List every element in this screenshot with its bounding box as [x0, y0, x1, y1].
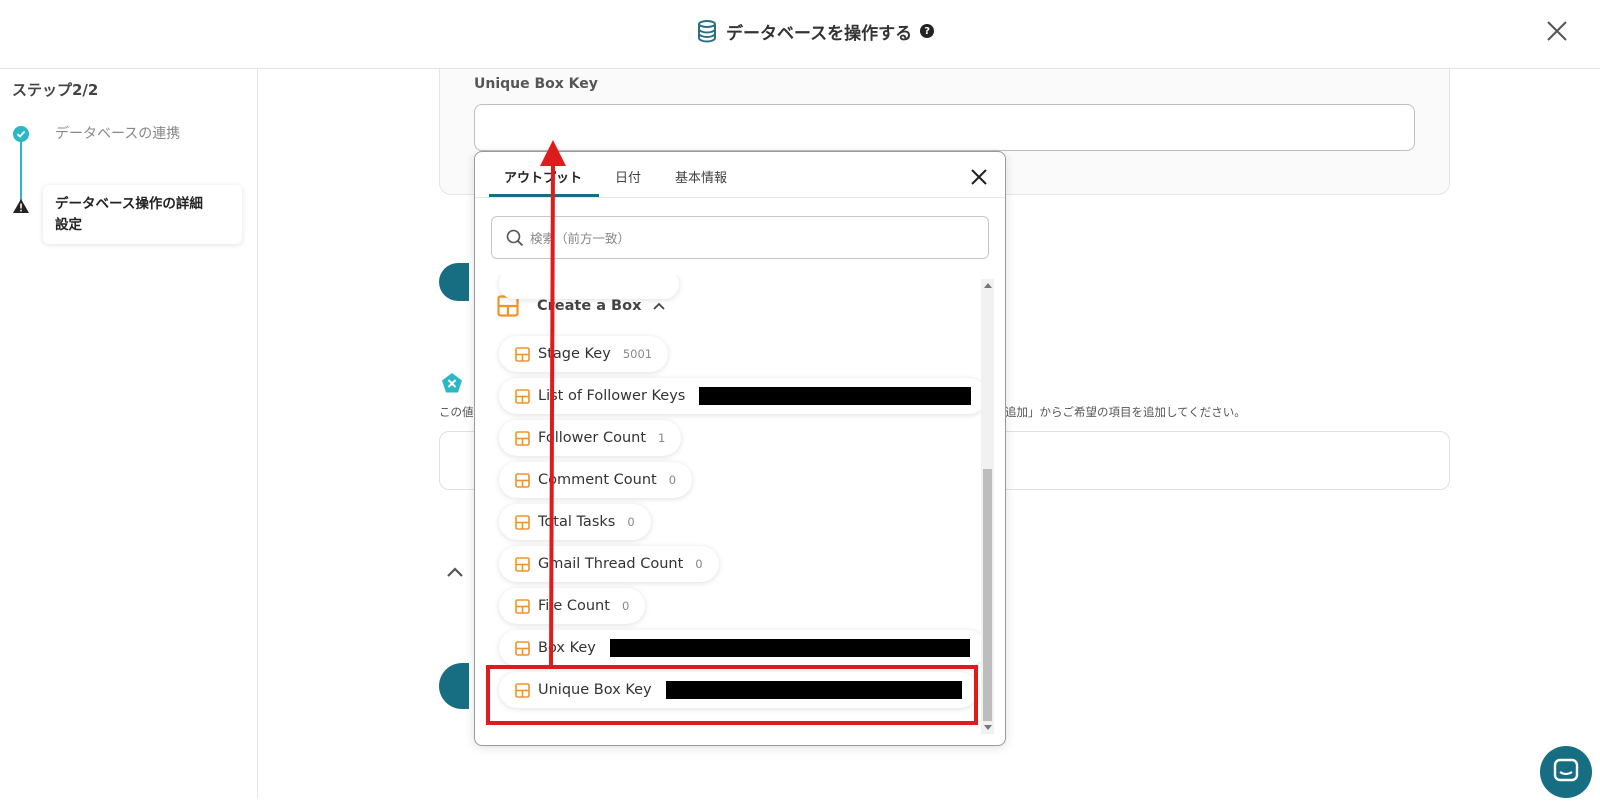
search-icon: [506, 229, 524, 246]
hint-text: この値: [439, 405, 474, 419]
list-item-follower-count[interactable]: Follower Count 1: [499, 420, 682, 456]
tab-date[interactable]: 日付: [615, 167, 641, 186]
table-icon: [515, 346, 530, 362]
item-label: Comment Count: [538, 472, 657, 488]
step-sidebar: ステップ2/2 データベースの連携 データベース操作の詳細 設定: [0, 69, 258, 798]
item-label: Gmail Thread Count: [538, 556, 684, 572]
search-placeholder: 検索（前方一致）: [530, 231, 631, 246]
item-value: 5001: [622, 347, 653, 361]
chevron-up-icon[interactable]: [446, 565, 464, 579]
chevron-up-icon: [653, 302, 666, 310]
list-item-box-key[interactable]: Box Key: [499, 630, 986, 666]
tab-basic-info[interactable]: 基本情報: [675, 167, 727, 186]
submit-button-partial[interactable]: [439, 663, 469, 709]
item-label: Total Tasks: [538, 514, 616, 530]
item-value: 0: [668, 473, 677, 487]
table-icon: [515, 388, 530, 404]
redacted-value: [699, 387, 972, 405]
modal-title-text: データベースを操作する: [726, 23, 913, 44]
unique-box-key-input[interactable]: [474, 104, 1415, 151]
group-label: Create a Box: [537, 298, 642, 314]
check-circle-icon: [13, 126, 29, 142]
step-item-label-line2: 設定: [55, 217, 82, 233]
table-icon: [515, 472, 530, 488]
tab-output[interactable]: アウトプット: [504, 167, 582, 186]
chat-icon: [1553, 758, 1579, 782]
step-item-database-link[interactable]: データベースの連携: [55, 123, 180, 143]
scroll-up-arrow-icon[interactable]: [984, 283, 992, 288]
modal-header: データベースを操作する ?: [0, 0, 1600, 69]
chat-launcher-button[interactable]: [1540, 746, 1592, 798]
step-counter: ステップ2/2: [12, 81, 99, 99]
modal-title: データベースを操作する ?: [696, 18, 935, 44]
action-button-partial[interactable]: [439, 263, 469, 301]
hint-text-tail: 追加」からご希望の項目を追加してください。: [1005, 405, 1246, 419]
highlight-box: [486, 665, 978, 725]
item-label: Box Key: [538, 640, 596, 656]
database-icon: [698, 20, 716, 43]
list-scrollbar[interactable]: [981, 279, 994, 734]
list-item-list-of-follower-keys[interactable]: List of Follower Keys: [499, 378, 988, 414]
list-item-total-tasks[interactable]: Total Tasks 0: [499, 504, 651, 540]
item-value: 0: [627, 515, 635, 529]
active-tab-indicator: [489, 194, 599, 197]
step-item-label-line1: データベース操作の詳細: [55, 196, 203, 212]
list-item-partial[interactable]: [499, 275, 679, 299]
scroll-thumb[interactable]: [983, 469, 992, 721]
popup-tabs: アウトプット 日付 基本情報: [475, 152, 1005, 198]
search-input[interactable]: 検索（前方一致）: [491, 216, 989, 259]
field-label: Unique Box Key: [474, 76, 598, 92]
item-value: 1: [658, 431, 666, 445]
item-value: 0: [695, 557, 703, 571]
item-label: Stage Key: [538, 346, 611, 362]
list-item-comment-count[interactable]: Comment Count 0: [499, 462, 693, 498]
list-item-stage-key[interactable]: Stage Key 5001: [499, 336, 669, 372]
warning-icon: [13, 199, 29, 213]
help-circle-icon[interactable]: ?: [920, 24, 935, 38]
output-picker-popup: アウトプット 日付 基本情報 検索（前方一致） Create a Box Sta…: [474, 151, 1006, 746]
list-item-file-count[interactable]: File Count 0: [499, 588, 646, 624]
table-icon: [515, 640, 530, 656]
step-item-operation-settings[interactable]: データベース操作の詳細 設定: [43, 185, 242, 244]
table-icon: [515, 598, 530, 614]
variable-badge-icon: [442, 373, 462, 393]
list-item-gmail-thread-count[interactable]: Gmail Thread Count 0: [499, 546, 719, 582]
close-icon[interactable]: [1544, 18, 1570, 44]
item-label: Follower Count: [538, 430, 647, 446]
step-connector: [20, 135, 22, 205]
item-value: 0: [621, 599, 630, 613]
redacted-value: [609, 639, 970, 657]
item-label: File Count: [538, 598, 610, 614]
table-icon: [515, 514, 530, 530]
close-icon[interactable]: [971, 169, 987, 185]
item-label: List of Follower Keys: [538, 388, 686, 404]
scroll-down-arrow-icon[interactable]: [984, 725, 992, 730]
table-icon: [515, 430, 530, 446]
table-icon: [515, 556, 530, 572]
